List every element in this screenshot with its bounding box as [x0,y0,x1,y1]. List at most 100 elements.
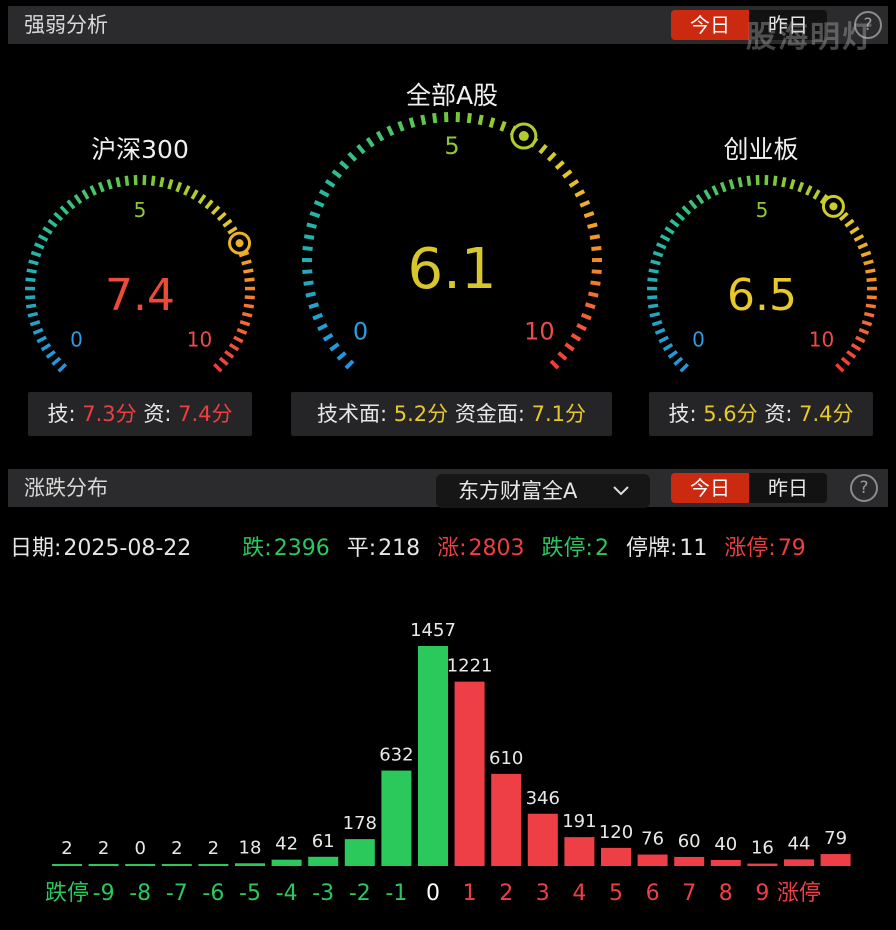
gauge-tick [861,319,873,327]
gauge-pointer-dot [829,202,838,211]
gauge-max-label: 10 [809,327,834,351]
bar-value-label: 16 [751,838,774,859]
gauge-tick [244,295,255,300]
gauge-tick [651,319,663,327]
gauge-tick [32,327,44,335]
category-label: 5 [609,881,623,906]
gauge-tick [855,335,866,344]
bar [52,864,82,866]
gauge-tick [53,211,64,222]
gauge-tick [812,189,821,200]
gauge-tick [190,189,199,200]
gauge-1: 0 5 10 6.1 [301,112,603,370]
gauge-tick [408,117,416,128]
gauge-tick [303,280,314,286]
bar-value-label: 1221 [447,656,493,677]
gauge-tick [308,302,320,310]
gauge-tick [669,218,680,228]
category-label: -4 [276,881,298,906]
gauge-tick [432,112,438,124]
bar [161,864,192,866]
gauge-tick [303,234,315,240]
gauge-tick [302,269,313,274]
gauge-tick [97,181,105,193]
gauge-tick [667,350,678,359]
gauge-tick [564,342,575,352]
bar [710,859,741,866]
gauge-tick [844,218,855,228]
gauge-tick [857,242,869,250]
gauge-value: 7.4 [105,270,175,321]
bar-value-label: 60 [678,831,701,852]
gauge-tick [649,311,661,318]
category-label: 1 [463,881,477,906]
gauge-tick [477,114,484,126]
bar [235,863,265,866]
gauge-max-label: 10 [187,327,212,351]
gauge-tick [47,218,58,228]
gauge-tick [59,205,70,216]
gauge-max-label: 10 [524,317,555,345]
market-select[interactable]: 东方财富全A [436,474,650,508]
gauge-tick [711,185,719,196]
gauge-tick [33,242,45,250]
distribution-yesterday-tab[interactable]: 昨日 [749,473,827,503]
distribution-panel-title: 涨跌分布 [24,476,108,500]
chevron-down-icon [612,474,630,518]
gauge-tick [583,211,595,219]
category-label: -3 [312,881,334,906]
gauge-tick [183,185,191,196]
gauge-tick [159,176,165,188]
gauge-tick [81,189,90,200]
bar [198,864,229,866]
bar-value-label: 2 [208,838,219,859]
gauge-tick [652,250,664,258]
gauge-tick [356,144,366,155]
gauge-tick [89,185,97,196]
fund-label: 资金面: [454,402,525,426]
fund-value: 7.4分 [178,402,233,426]
bar [527,813,558,866]
category-label: 8 [719,881,733,906]
score-box-chinext: 技: 5.6分 资: 7.4分 [649,392,873,436]
gauge-tick [746,175,752,186]
gauge-value: 6.5 [727,270,797,321]
tech-value: 7.3分 [82,402,137,426]
gauge-title-chinext: 创业板 [723,135,799,164]
gauge-min-label: 0 [692,327,705,351]
gauge-tick [124,175,130,186]
gauge-tick [647,277,658,282]
gauge-tick [858,327,870,335]
bar-value-label: 2 [171,838,182,859]
gauge-tick [218,356,229,366]
gauge-tick [243,303,255,309]
gauge-tick [538,144,548,155]
bar [271,859,302,866]
category-label: -6 [202,881,224,906]
gauge-tick [167,178,174,190]
distribution-stats: 日期:2025-08-22 跌:2396 平:218 涨:2803 跌停:2 停… [10,530,808,562]
bar [125,864,156,866]
gauge-tick [420,114,427,126]
gauge-0: 0 5 10 7.4 [24,175,256,373]
gauge-tick [580,312,592,321]
gauge-tick [654,327,666,335]
date-label: 日期: [10,536,62,561]
gauge-tick [781,176,787,188]
bar [454,681,485,866]
gauge-tick [331,169,342,179]
gauge-tick [45,350,56,359]
gauge-tick [197,194,207,205]
gauge-tick [673,356,684,366]
gauge-title-hs300: 沪深300 [91,135,189,164]
fund-value: 7.4分 [799,402,854,426]
gauge-tick [679,363,689,373]
bar-value-label: 0 [134,838,145,859]
gauge-tick [648,268,659,274]
gauge-mid-label: 5 [134,198,147,222]
bar-value-label: 76 [641,829,664,850]
gauge-tick [375,130,385,142]
distribution-help-icon[interactable]: ? [850,474,878,502]
bar-value-label: 346 [526,788,560,809]
distribution-today-tab[interactable]: 今日 [671,473,749,503]
